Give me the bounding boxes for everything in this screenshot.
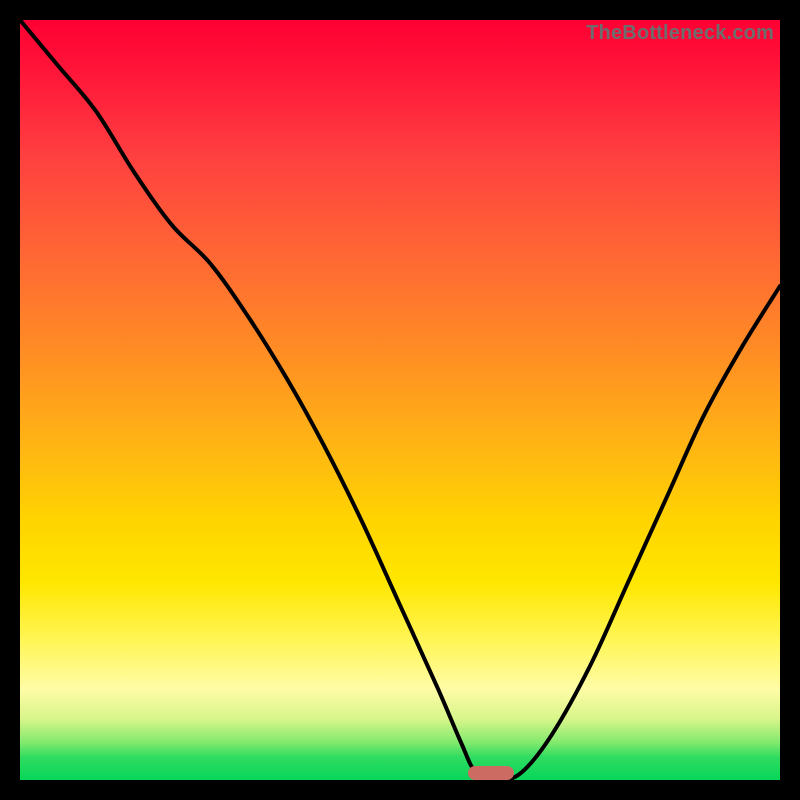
chart-plot-area: TheBottleneck.com xyxy=(20,20,780,780)
bottleneck-curve xyxy=(20,20,780,780)
curve-path xyxy=(20,20,780,780)
chart-frame: TheBottleneck.com xyxy=(0,0,800,800)
optimum-marker xyxy=(468,766,514,780)
